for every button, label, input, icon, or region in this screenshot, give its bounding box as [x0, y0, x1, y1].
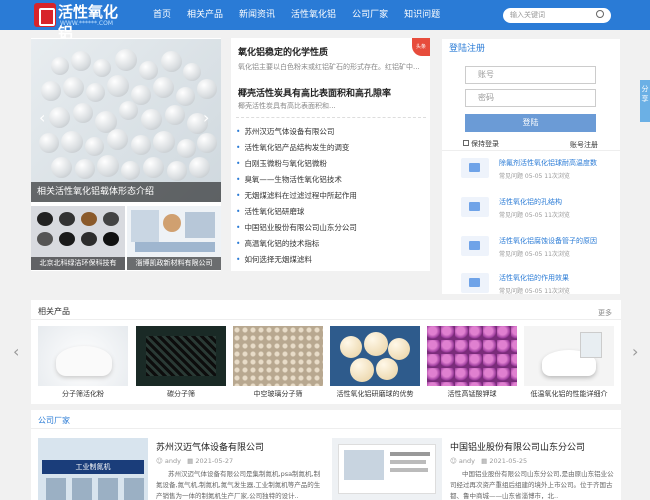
headline-desc-2: 椰壳活性炭具有高比表面积和... — [238, 102, 336, 110]
login-title: 登陆注册 — [449, 44, 486, 54]
side-article-meta: 常见问题 05-05 11次浏览 — [499, 251, 570, 258]
nav-item-faq[interactable]: 知识问题 — [396, 0, 448, 30]
headline-desc-1: 氧化铝主要以白色粉末或红铝矿石的形式存在。红铝矿中... — [238, 63, 420, 71]
news-list-item[interactable]: 无烟煤滤料在过滤过程中所起作用 — [236, 190, 357, 201]
divider — [31, 428, 621, 429]
company-author-1: andy — [164, 457, 181, 465]
news-list-item[interactable]: 活性氧化铝研磨球 — [236, 206, 304, 217]
products-next-arrow[interactable]: › — [632, 342, 638, 361]
products-prev-arrow[interactable]: ‹ — [13, 342, 19, 361]
company-image-1[interactable]: 工业制氮机 — [38, 438, 148, 500]
featured-slider-image[interactable] — [31, 39, 221, 202]
nav-item-news[interactable]: 新闻资讯 — [231, 0, 283, 30]
news-panel — [231, 38, 430, 271]
company-date-1: 2021-05-27 — [195, 457, 234, 465]
company-image-caption: 工业制氮机 — [42, 460, 144, 474]
news-list-item[interactable]: 活性氧化铝产品结构发生的调变 — [236, 142, 349, 153]
logo-icon — [34, 3, 56, 27]
nav-item-products[interactable]: 相关产品 — [179, 0, 231, 30]
slider-caption[interactable]: 相关活性氧化铝载体形态介绍 — [31, 182, 221, 202]
companies-title: 公司厂家 — [38, 416, 70, 425]
register-link[interactable]: 账号注册 — [570, 140, 598, 150]
thumbnail-2[interactable]: 淄博凯政新材料有限公司 — [127, 206, 221, 270]
headline-title-2[interactable]: 椰壳活性炭具有高比表面积和高孔隙率 — [238, 86, 391, 99]
company-image-2[interactable] — [332, 438, 442, 500]
remember-checkbox[interactable]: 保持登录 — [463, 139, 499, 149]
company-meta-2: ☺ andy ▦ 2021-05-25 — [450, 457, 527, 465]
company-date-2: 2021-05-25 — [489, 457, 528, 465]
product-label[interactable]: 低温氧化铝的性能详细介 — [524, 389, 614, 399]
side-article-title[interactable]: 活性氧化铝腐蚀设备管子的原因 — [499, 236, 597, 246]
products-more-link[interactable]: 更多 — [598, 308, 612, 318]
products-title: 相关产品 — [38, 307, 70, 316]
article-icon — [461, 273, 489, 293]
company-desc-1: 苏州汉迈气体设备有限公司是集制氮机,psa制氮机,制氮设备,氮气机,制氮机,氮气… — [156, 470, 321, 500]
product-image-4[interactable] — [330, 326, 420, 386]
product-image-1[interactable] — [38, 326, 128, 386]
product-image-6[interactable] — [524, 326, 614, 386]
product-label[interactable]: 碳分子筛 — [136, 389, 226, 399]
product-image-5[interactable] — [427, 326, 517, 386]
product-label[interactable]: 活性氧化铝研磨球的优势 — [330, 389, 420, 399]
side-article-meta: 常见问题 05-05 11次浏览 — [499, 288, 570, 295]
logo-subtext: WWW.******.COM — [60, 20, 114, 27]
divider — [236, 117, 426, 118]
company-name-1[interactable]: 苏州汉迈气体设备有限公司 — [156, 440, 264, 453]
divider — [31, 319, 621, 320]
remember-label: 保持登录 — [471, 140, 499, 148]
side-article-title[interactable]: 活性氧化铝的作用效果 — [499, 273, 569, 283]
product-label[interactable]: 活性高锰酸钾球 — [427, 389, 517, 399]
thumbnail-1-caption: 北京北科绿洁环保科技有 — [31, 257, 125, 270]
login-button[interactable]: 登陆 — [465, 114, 596, 132]
author-icon: ☺ — [156, 457, 165, 465]
news-list-item[interactable]: 中国铝业股份有限公司山东分公司 — [236, 222, 357, 233]
slider-next-arrow[interactable]: › — [203, 108, 209, 127]
product-label[interactable]: 分子筛活化粉 — [38, 389, 128, 399]
site-logo[interactable]: 活性氧化铝 WWW.******.COM — [34, 2, 129, 42]
product-image-3[interactable] — [233, 326, 323, 386]
thumbnail-2-caption: 淄博凯政新材料有限公司 — [127, 257, 221, 270]
news-list-item[interactable]: 苏州汉迈气体设备有限公司 — [236, 126, 334, 137]
thumbnail-1[interactable]: 北京北科绿洁环保科技有 — [31, 206, 125, 270]
headline-title-1[interactable]: 氧化铝稳定的化学性质 — [238, 45, 328, 58]
article-icon — [461, 158, 489, 178]
nav-item-companies[interactable]: 公司厂家 — [344, 0, 396, 30]
product-image-2[interactable] — [136, 326, 226, 386]
company-name-2[interactable]: 中国铝业股份有限公司山东分公司 — [450, 440, 585, 453]
company-author-2: andy — [458, 457, 475, 465]
product-label[interactable]: 中空玻璃分子筛 — [233, 389, 323, 399]
main-nav: 首页 相关产品 新闻资讯 活性氧化铝 公司厂家 知识问题 — [145, 0, 448, 30]
author-icon: ☺ — [450, 457, 459, 465]
side-article-title[interactable]: 除氟剂活性氧化铝球耐高温度数 — [499, 158, 597, 168]
news-list-item[interactable]: 如何选择无烟煤滤料 — [236, 254, 312, 265]
share-side-tab[interactable]: 分享 — [640, 80, 650, 122]
news-list-item[interactable]: 臭氧——生物活性氧化铝技术 — [236, 174, 342, 185]
slider-prev-arrow[interactable]: ‹ — [39, 108, 45, 127]
side-article-meta: 常见问题 05-05 11次浏览 — [499, 212, 570, 219]
divider — [442, 150, 620, 151]
company-desc-2: 中国铝业股份有限公司山东分公司,是由原山东铝业公司经过再次资产重组后组建的境外上… — [450, 470, 614, 500]
search-icon[interactable] — [596, 10, 604, 18]
side-article-title[interactable]: 活性氧化铝的孔结构 — [499, 197, 562, 207]
article-icon — [461, 197, 489, 217]
nav-item-alumina[interactable]: 活性氧化铝 — [283, 0, 344, 30]
article-icon — [461, 236, 489, 256]
search-input[interactable]: 输入关键词 — [503, 8, 611, 23]
password-field[interactable]: 密码 — [465, 89, 596, 107]
headline-ribbon: 头条 — [412, 38, 430, 56]
nav-item-home[interactable]: 首页 — [145, 0, 179, 30]
company-meta-1: ☺ andy ▦ 2021-05-27 — [156, 457, 233, 465]
news-list-item[interactable]: 高温氧化铝的技术指标 — [236, 238, 319, 249]
news-list-item[interactable]: 白刚玉微粉与氧化铝微粉 — [236, 158, 327, 169]
side-article-meta: 常见问题 05-05 11次浏览 — [499, 173, 570, 180]
account-field[interactable]: 账号 — [465, 66, 596, 84]
